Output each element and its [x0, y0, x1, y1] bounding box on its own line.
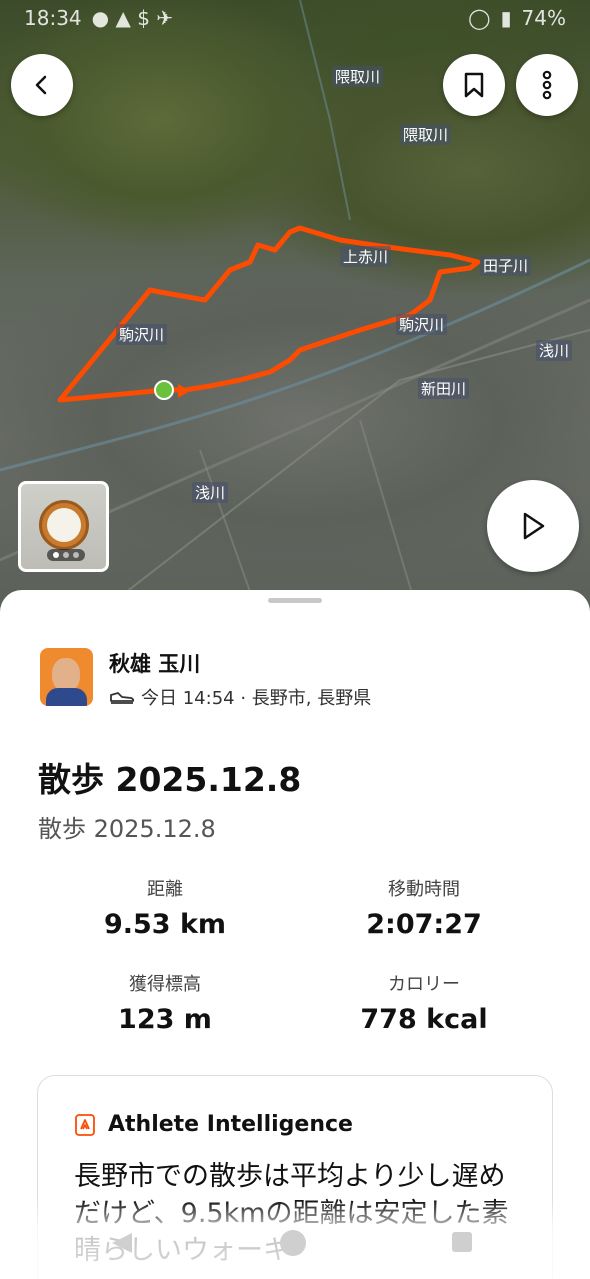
map-label: 田子川 [480, 255, 532, 276]
activity-details-sheet: 秋雄 玉川 今日 14:54 · 長野市, 長野県 散歩 2025.12.8 散… [0, 590, 590, 1279]
battery-icon: ▮ [500, 6, 512, 30]
sheet-drag-handle[interactable] [268, 598, 322, 603]
route-end-arrow [178, 384, 190, 398]
stat-value: 778 kcal [360, 1004, 488, 1035]
map-label: 浅川 [536, 340, 573, 361]
map-label: 新田川 [418, 378, 470, 399]
play-icon [523, 512, 545, 540]
stat-value: 123 m [118, 1004, 212, 1035]
stat-value: 9.53 km [103, 909, 227, 940]
status-time: 18:34 [24, 6, 82, 30]
route-map[interactable]: 18:34 ● ▲ $ ✈ ◯ ▮ 74% 隈取川 隈取川 田子川 浅川 新田川… [0, 0, 590, 620]
activity-meta-text: 今日 14:54 · 長野市, 長野県 [141, 688, 372, 709]
system-navigation-bar [0, 1200, 590, 1279]
shoe-icon [110, 692, 135, 704]
more-vertical-icon [542, 70, 552, 100]
play-flyover-button[interactable] [487, 480, 579, 572]
stat-value: 2:07:27 [366, 909, 482, 940]
alarm-icon: ◯ [468, 6, 491, 30]
chevron-left-icon [35, 75, 47, 95]
stat-label: カロリー [388, 974, 460, 995]
notification-icons: ● ▲ $ ✈ [91, 6, 174, 30]
stat-elevation: 獲得標高 123 m [45, 970, 285, 1035]
activity-description: 散歩 2025.12.8 [38, 815, 216, 843]
bookmark-icon [464, 72, 484, 98]
avatar[interactable] [40, 648, 93, 706]
route-start-marker [154, 380, 174, 400]
athlete-name[interactable]: 秋雄 玉川 [109, 648, 371, 678]
stat-distance: 距離 9.53 km [45, 875, 285, 940]
ai-card-header: Athlete Intelligence [74, 1112, 353, 1137]
map-label: 浅川 [192, 482, 229, 503]
status-bar: 18:34 ● ▲ $ ✈ ◯ ▮ 74% [0, 0, 590, 36]
athlete-intelligence-icon [75, 1113, 95, 1136]
nav-home-icon[interactable] [278, 1228, 308, 1258]
map-label: 隈取川 [400, 124, 452, 145]
back-button[interactable] [11, 54, 73, 116]
nav-back-icon[interactable] [108, 1230, 136, 1256]
nav-recents-icon[interactable] [450, 1230, 474, 1254]
stat-calories: カロリー 778 kcal [304, 970, 544, 1035]
athlete-header[interactable]: 秋雄 玉川 今日 14:54 · 長野市, 長野県 [40, 648, 371, 710]
photo-pager-dots [47, 549, 85, 561]
map-label: 駒沢川 [116, 324, 168, 345]
more-options-button[interactable] [516, 54, 578, 116]
battery-percent: 74% [521, 6, 566, 30]
stat-label: 距離 [147, 879, 183, 900]
map-label: 隈取川 [332, 66, 384, 87]
clock-photo [39, 500, 89, 550]
map-label: 駒沢川 [396, 314, 448, 335]
map-label: 上赤川 [340, 246, 392, 267]
bookmark-button[interactable] [443, 54, 505, 116]
ai-card-title: Athlete Intelligence [108, 1112, 353, 1137]
stat-label: 移動時間 [388, 879, 460, 900]
stat-moving-time: 移動時間 2:07:27 [304, 875, 544, 940]
activity-meta: 今日 14:54 · 長野市, 長野県 [109, 684, 371, 710]
activity-photo-thumbnail[interactable] [18, 481, 109, 572]
stat-label: 獲得標高 [129, 974, 201, 995]
activity-title: 散歩 2025.12.8 [38, 760, 302, 799]
